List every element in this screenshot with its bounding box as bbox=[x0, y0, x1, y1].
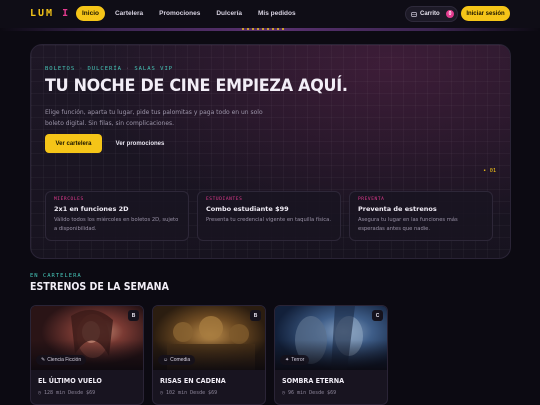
hero-eyebrow: BOLETOS · DULCERÍA · SALAS VIP bbox=[45, 66, 173, 72]
nav-link-cartelera[interactable]: Cartelera bbox=[109, 6, 149, 21]
genre-chip: ✎ Ciencia Ficción bbox=[36, 355, 87, 365]
promo-card-preventa[interactable]: PREVENTA Preventa de estrenos Asegura tu… bbox=[349, 191, 493, 241]
ver-promociones-button[interactable]: Ver promociones bbox=[107, 134, 173, 153]
section-title: ESTRENOS DE LA SEMANA bbox=[30, 281, 169, 293]
movie-duration: 102 min bbox=[166, 390, 188, 396]
nav-link-mis-pedidos[interactable]: Mis pedidos bbox=[252, 6, 302, 21]
light-dot bbox=[262, 28, 264, 30]
genre-icon: ☺ bbox=[163, 357, 169, 363]
section-eyebrow: EN CARTELERA bbox=[30, 273, 82, 279]
genre-icon: ✦ bbox=[285, 357, 290, 363]
movie-duration: 128 min bbox=[44, 390, 66, 396]
eyebrow-separator: · bbox=[126, 66, 131, 72]
promo-title: Combo estudiante $99 bbox=[206, 205, 289, 213]
genre-label: Comedia bbox=[170, 357, 191, 363]
rating-badge: C bbox=[372, 310, 383, 321]
genre-chip: ☺ Comedia bbox=[158, 355, 196, 365]
eyebrow-boletos: BOLETOS bbox=[45, 66, 76, 72]
promo-title: Preventa de estrenos bbox=[358, 205, 437, 213]
movie-card-el-ultimo-vuelo[interactable]: B ✎ Ciencia Ficción EL ÚLTIMO VUELO ◷ 12… bbox=[30, 305, 144, 405]
genre-icon: ✎ bbox=[41, 357, 46, 363]
nav-link-inicio[interactable]: Inicio bbox=[76, 6, 105, 21]
eyebrow-separator: · bbox=[79, 66, 84, 72]
movie-title: EL ÚLTIMO VUELO bbox=[38, 377, 102, 385]
light-dot bbox=[277, 28, 279, 30]
nav-links: Inicio Cartelera Promociones Dulcería Mi… bbox=[76, 6, 302, 21]
movie-price: Desde $69 bbox=[68, 390, 96, 396]
movie-meta: ◷ 102 min Desde $69 bbox=[160, 390, 217, 396]
clock-icon: ◷ bbox=[160, 390, 164, 396]
genre-label: Ciencia Ficción bbox=[47, 357, 82, 363]
light-dot bbox=[272, 28, 274, 30]
promo-title: 2x1 en funciones 2D bbox=[54, 205, 129, 213]
genre-label: Terror bbox=[291, 357, 305, 363]
rating-badge: B bbox=[250, 310, 261, 321]
clock-icon: ◷ bbox=[282, 390, 286, 396]
movie-title: SOMBRA ETERNA bbox=[282, 377, 345, 385]
movie-price: Desde $69 bbox=[309, 390, 337, 396]
promo-tag: MIÉRCOLES bbox=[54, 197, 84, 202]
movie-card-sombra-eterna[interactable]: C ✦ Terror SOMBRA ETERNA ◷ 96 min Desde … bbox=[274, 305, 388, 405]
cart-label: Carrito bbox=[420, 11, 440, 17]
genre-chip: ✦ Terror bbox=[280, 355, 310, 365]
nav-link-promociones[interactable]: Promociones bbox=[153, 6, 206, 21]
movie-title: RISAS EN CADENA bbox=[160, 377, 226, 385]
nav-link-dulceria[interactable]: Dulcería bbox=[210, 6, 248, 21]
cart-icon bbox=[411, 11, 417, 17]
cart-button[interactable]: Carrito 0 bbox=[405, 6, 458, 22]
marquee-lights bbox=[242, 28, 284, 30]
promo-tag: ESTUDIANTES bbox=[206, 197, 243, 202]
clock-icon: ◷ bbox=[38, 390, 42, 396]
logo-text-left: LUM bbox=[30, 8, 55, 19]
hero-description: Elige función, aparta tu lugar, pide tus… bbox=[45, 109, 263, 127]
light-dot bbox=[252, 28, 254, 30]
top-nav: LUM I N Inicio Cartelera Promociones Dul… bbox=[0, 0, 540, 28]
hero-banner: BOLETOS · DULCERÍA · SALAS VIP TU NOCHE … bbox=[30, 44, 511, 259]
hero-pager[interactable]: • 01 bbox=[483, 168, 496, 174]
movie-meta: ◷ 128 min Desde $69 bbox=[38, 390, 95, 396]
promo-tag: PREVENTA bbox=[358, 197, 385, 202]
light-dot bbox=[257, 28, 259, 30]
promo-card-estudiantes[interactable]: ESTUDIANTES Combo estudiante $99 Present… bbox=[197, 191, 341, 241]
movie-price: Desde $69 bbox=[190, 390, 218, 396]
promo-description: Válido todos los miércoles en boletos 2D… bbox=[54, 217, 179, 232]
movie-duration: 96 min bbox=[288, 390, 307, 396]
light-dot bbox=[242, 28, 244, 30]
light-dot bbox=[247, 28, 249, 30]
cart-count-badge: 0 bbox=[445, 10, 455, 18]
logo-text-bar: I bbox=[62, 8, 71, 19]
eyebrow-dulceria: DULCERÍA bbox=[87, 66, 122, 72]
light-dot bbox=[267, 28, 269, 30]
promo-description: Asegura tu lugar en las funciones más es… bbox=[358, 217, 458, 232]
rating-badge: B bbox=[128, 310, 139, 321]
promo-description: Presenta tu credencial vigente en taquil… bbox=[206, 217, 331, 223]
movie-card-risas-en-cadena[interactable]: B ☺ Comedia RISAS EN CADENA ◷ 102 min De… bbox=[152, 305, 266, 405]
login-button[interactable]: Iniciar sesión bbox=[461, 6, 510, 21]
promo-card-miercoles[interactable]: MIÉRCOLES 2x1 en funciones 2D Válido tod… bbox=[45, 191, 189, 241]
light-dot bbox=[282, 28, 284, 30]
eyebrow-salas-vip: SALAS VIP bbox=[134, 66, 174, 72]
ver-cartelera-button[interactable]: Ver cartelera bbox=[45, 134, 102, 153]
movie-meta: ◷ 96 min Desde $69 bbox=[282, 390, 336, 396]
hero-title: TU NOCHE DE CINE EMPIEZA AQUÍ. bbox=[45, 76, 348, 96]
